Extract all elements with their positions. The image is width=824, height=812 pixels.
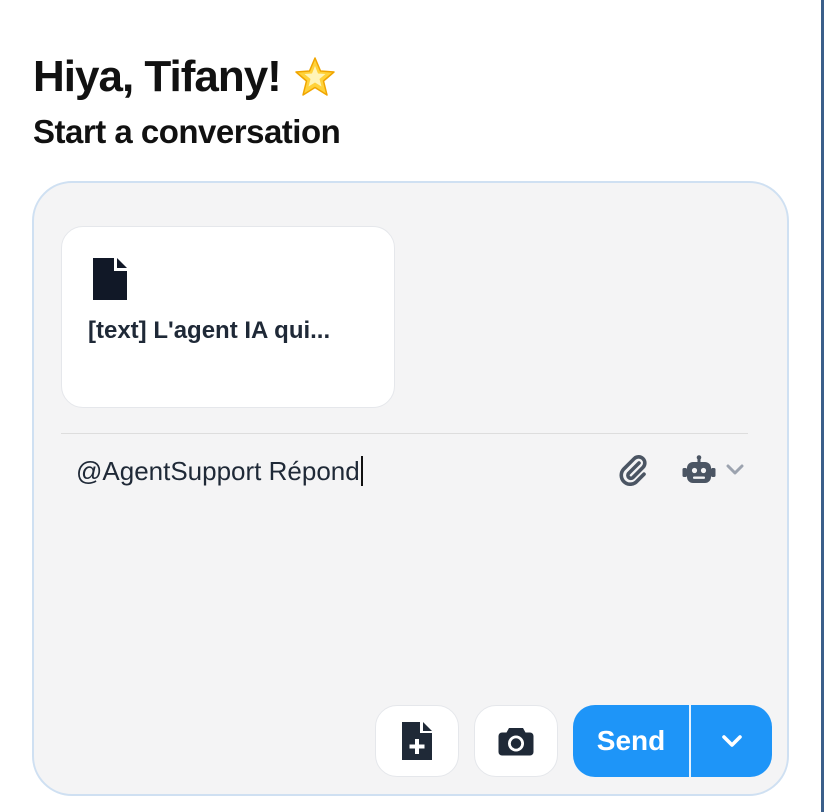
file-plus-icon [402, 722, 432, 760]
agent-selector[interactable] [682, 453, 744, 487]
greeting: Hiya, Tifany! [33, 52, 337, 102]
attachment-card[interactable]: [text] L'agent IA qui... [61, 226, 395, 408]
chevron-down-icon [721, 735, 742, 747]
camera-icon [498, 728, 534, 756]
attach-button[interactable] [616, 453, 650, 487]
send-options-button[interactable] [691, 705, 772, 777]
paperclip-icon [619, 455, 647, 486]
document-icon [93, 258, 127, 300]
page-subtitle: Start a conversation [33, 113, 341, 150]
add-file-button[interactable] [375, 705, 459, 777]
robot-icon [682, 455, 716, 483]
chevron-down-icon [726, 464, 744, 475]
camera-button[interactable] [474, 705, 558, 777]
text-caret [360, 456, 363, 486]
glowing-star-icon [295, 57, 335, 96]
message-composer: [text] L'agent IA qui... @AgentSupport R… [32, 181, 789, 796]
attachment-name: [text] L'agent IA qui... [88, 317, 331, 344]
send-button-group: Send [573, 705, 772, 777]
message-input[interactable]: @AgentSupport Répond [76, 453, 363, 489]
send-button[interactable]: Send [573, 705, 689, 777]
divider [61, 433, 748, 434]
greeting-title: Hiya, Tifany! [33, 52, 282, 101]
message-input-text: @AgentSupport Répond [76, 455, 360, 486]
